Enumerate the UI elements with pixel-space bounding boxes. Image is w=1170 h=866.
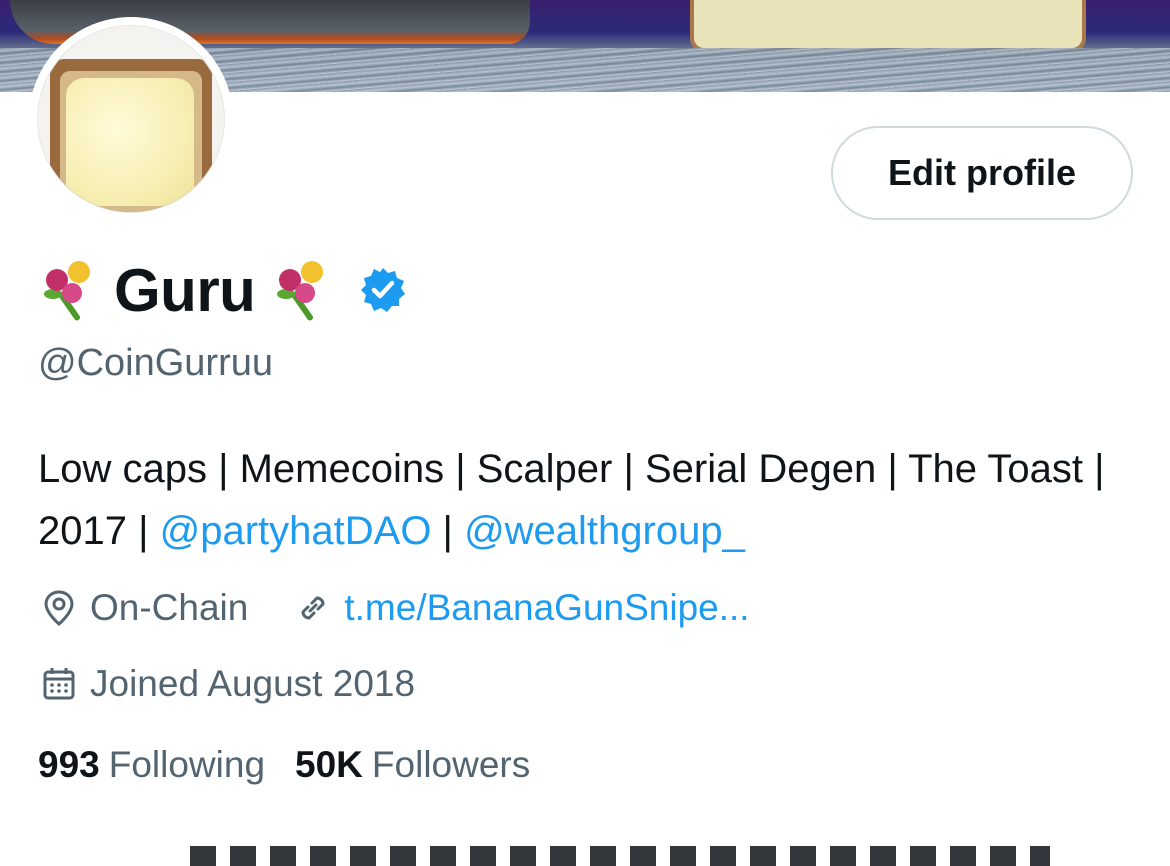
location-pin-icon <box>44 590 74 626</box>
followers-count: 50K <box>295 744 363 785</box>
following-stat[interactable]: 993 Following <box>38 744 265 786</box>
link-icon <box>301 596 325 620</box>
profile-joined-row: Joined August 2018 <box>38 660 415 708</box>
followers-stat[interactable]: 50K Followers <box>295 744 530 786</box>
bio-separator: | <box>431 509 465 553</box>
profile-website-link[interactable]: t.me/BananaGunSnipe... <box>344 587 749 629</box>
following-label: Following <box>108 744 266 785</box>
display-name: Guru <box>114 256 256 324</box>
profile-handle: @CoinGurruu <box>38 342 273 384</box>
profile-location: On-Chain <box>90 587 249 628</box>
following-count: 993 <box>38 744 100 785</box>
bouquet-icon <box>271 255 341 325</box>
verified-badge-icon[interactable] <box>359 266 407 314</box>
avatar[interactable] <box>37 25 225 213</box>
calendar-icon <box>43 668 75 700</box>
profile-joined-date: Joined August 2018 <box>90 663 416 704</box>
bio-mention-wealthgroup[interactable]: @wealthgroup_ <box>464 509 745 553</box>
bouquet-icon <box>38 255 108 325</box>
profile-stats: 993 Following 50K Followers <box>38 744 560 786</box>
profile-meta-row: On-Chain t.me/BananaGunSnipe... <box>38 584 750 632</box>
display-name-row: Guru <box>38 254 407 326</box>
banner-toast-image <box>690 0 1086 52</box>
bio-mention-partyhatdao[interactable]: @partyhatDAO <box>160 509 432 553</box>
followers-label: Followers <box>371 744 531 785</box>
avatar-toast-butter <box>66 78 194 206</box>
profile-bio: Low caps | Memecoins | Scalper | Serial … <box>38 438 1128 562</box>
cutoff-text-row <box>190 846 1050 866</box>
edit-profile-button[interactable]: Edit profile <box>831 126 1133 220</box>
